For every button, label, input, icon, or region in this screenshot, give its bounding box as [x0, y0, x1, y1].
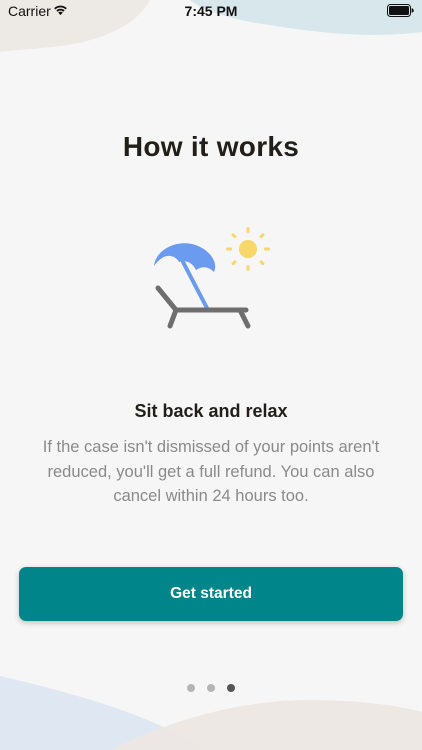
page-dot[interactable]	[207, 684, 215, 692]
page-dot-active[interactable]	[227, 684, 235, 692]
get-started-button[interactable]: Get started	[19, 567, 403, 621]
lounge-chair-icon	[155, 285, 251, 329]
step-heading: Sit back and relax	[134, 401, 288, 421]
page-indicator	[0, 684, 422, 692]
battery-icon	[387, 4, 414, 17]
step-description: If the case isn't dismissed of your poin…	[42, 438, 380, 505]
page-title: How it works	[122, 131, 300, 162]
page-dot[interactable]	[187, 684, 195, 692]
status-bar: Carrier 7:45 PM	[0, 0, 422, 24]
beach-chair-umbrella-sun-icon	[154, 227, 270, 329]
background-shapes	[0, 0, 422, 750]
umbrella-icon	[154, 243, 216, 312]
status-time: 7:45 PM	[184, 3, 238, 19]
sun-icon	[226, 227, 270, 271]
